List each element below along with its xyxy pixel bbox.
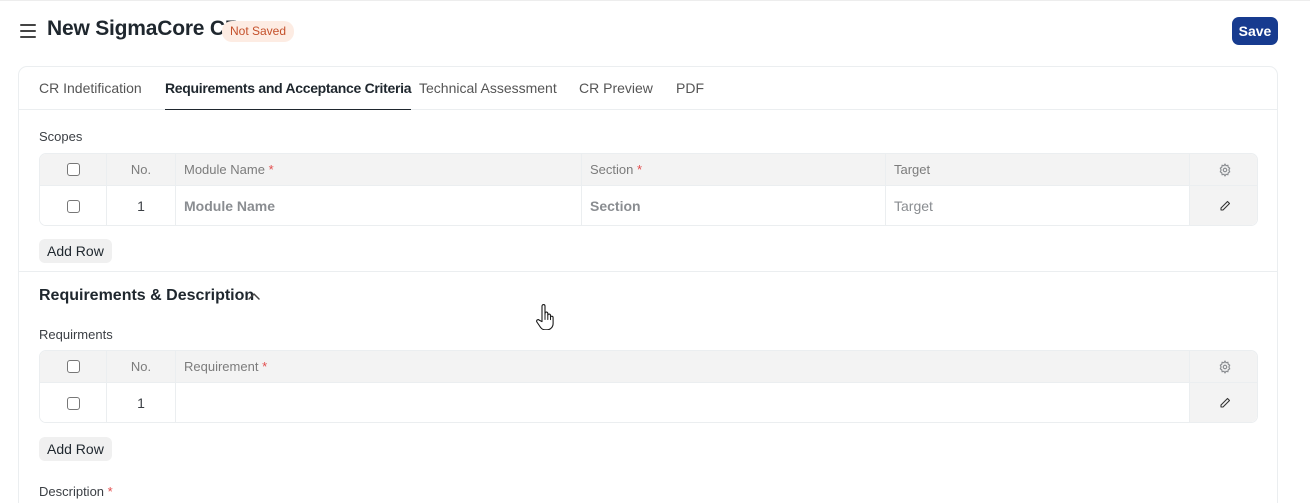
save-button[interactable]: Save	[1232, 17, 1278, 45]
module-name-field[interactable]: Module Name	[176, 186, 582, 225]
col-target-label: Target	[894, 162, 931, 177]
col-no-label: No.	[130, 359, 152, 374]
row-select-cell	[40, 383, 107, 422]
select-all-checkbox[interactable]	[66, 360, 80, 373]
chevron-up-icon[interactable]	[247, 292, 261, 302]
description-label: Description *	[39, 484, 113, 499]
select-all-cell	[40, 154, 107, 185]
column-settings-cell	[1190, 351, 1257, 382]
page-header: New SigmaCore CR Not Saved Save	[0, 0, 1310, 62]
requirements-label: Requirments	[39, 327, 113, 342]
table-row[interactable]: 1	[40, 383, 1257, 422]
row-select-cell	[40, 186, 107, 225]
status-badge: Not Saved	[222, 21, 295, 42]
col-target: Target	[886, 154, 1190, 185]
required-marker: *	[107, 484, 113, 499]
row-checkbox[interactable]	[66, 396, 80, 410]
form-card: CR Indetification Requirements and Accep…	[18, 66, 1278, 503]
required-marker: *	[268, 162, 274, 177]
add-scope-row-button[interactable]: Add Row	[39, 239, 112, 263]
page-title: New SigmaCore CR	[47, 17, 240, 40]
menu-icon[interactable]	[20, 23, 36, 39]
requirements-table-header: No. Requirement *	[40, 351, 1257, 383]
requirements-table: No. Requirement * 1	[39, 350, 1258, 423]
col-no: No.	[107, 351, 176, 382]
add-requirement-row-button[interactable]: Add Row	[39, 437, 112, 461]
row-no: 1	[107, 383, 176, 422]
select-all-checkbox[interactable]	[66, 163, 80, 176]
tab-cr-identification[interactable]: CR Indetification	[39, 80, 142, 110]
scopes-table-header: No. Module Name * Section * Target	[40, 154, 1257, 186]
tab-requirements[interactable]: Requirements and Acceptance Criteria	[165, 80, 412, 110]
target-field[interactable]: Target	[886, 186, 1190, 225]
gear-icon[interactable]	[1218, 162, 1232, 177]
gear-icon[interactable]	[1218, 359, 1232, 374]
hand-pointer-icon	[536, 304, 554, 330]
col-no: No.	[107, 154, 176, 185]
row-checkbox[interactable]	[66, 199, 80, 213]
section-divider	[19, 271, 1277, 272]
tab-bar: CR Indetification Requirements and Accep…	[19, 67, 1277, 110]
table-row[interactable]: 1 Module Name Section Target	[40, 186, 1257, 225]
select-all-cell	[40, 351, 107, 382]
row-no: 1	[107, 186, 176, 225]
tab-pdf[interactable]: PDF	[676, 80, 704, 110]
pencil-icon[interactable]	[1219, 200, 1231, 212]
col-no-label: No.	[130, 162, 152, 177]
col-section: Section *	[582, 154, 886, 185]
section-field[interactable]: Section	[582, 186, 886, 225]
tab-cr-preview[interactable]: CR Preview	[579, 80, 653, 110]
col-module-name-label: Module Name	[184, 162, 265, 177]
section-title: Requirements & Description	[39, 287, 255, 304]
col-module-name: Module Name *	[176, 154, 582, 185]
scopes-table: No. Module Name * Section * Target 1 Mod…	[39, 153, 1258, 226]
required-marker: *	[262, 359, 268, 374]
column-settings-cell	[1190, 154, 1257, 185]
col-requirement: Requirement *	[176, 351, 1190, 382]
required-marker: *	[637, 162, 643, 177]
requirement-field[interactable]	[176, 383, 1190, 422]
description-label-text: Description	[39, 484, 105, 499]
col-requirement-label: Requirement	[184, 359, 259, 374]
scopes-label: Scopes	[39, 129, 83, 144]
tab-technical-assessment[interactable]: Technical Assessment	[419, 80, 557, 110]
row-edit-cell	[1190, 383, 1257, 422]
col-section-label: Section	[590, 162, 634, 177]
row-edit-cell	[1190, 186, 1257, 225]
pencil-icon[interactable]	[1219, 397, 1231, 409]
